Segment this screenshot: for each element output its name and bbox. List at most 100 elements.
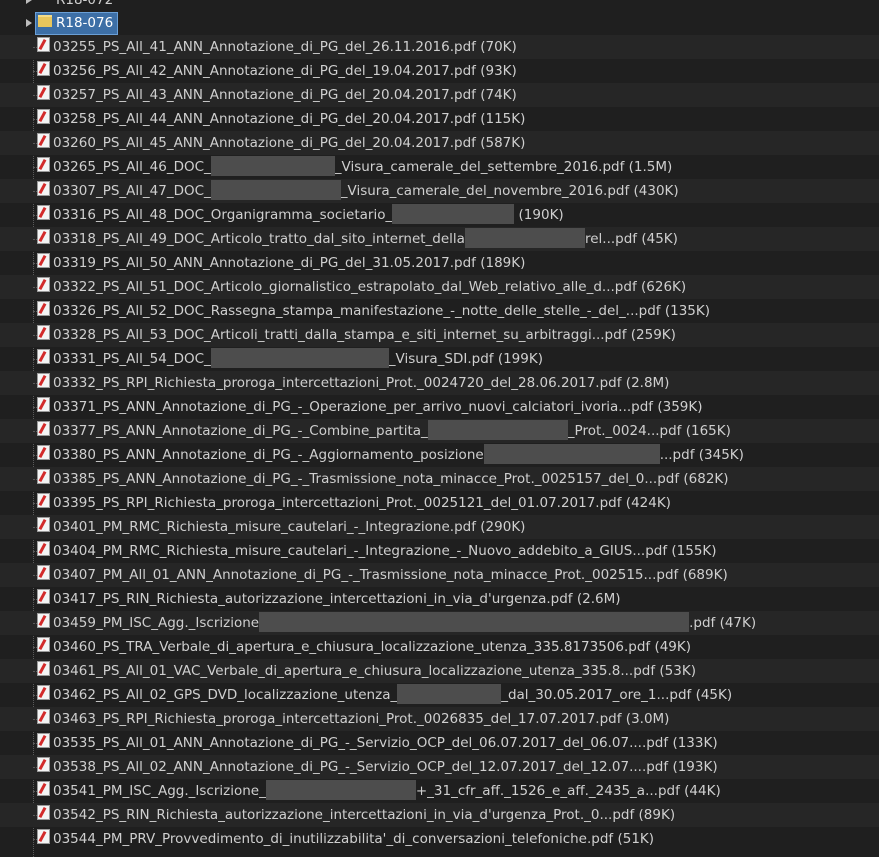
tree-folder-selected[interactable]: R18-076 — [0, 11, 879, 35]
file-row[interactable]: 03377_PS_ANN_Annotazione_di_PG_-_Combine… — [0, 419, 879, 443]
file-row[interactable]: 03544_PM_PRV_Provvedimento_di_inutilizza… — [0, 827, 879, 851]
file-row[interactable]: 03256_PS_All_42_ANN_Annotazione_di_PG_de… — [0, 59, 879, 83]
file-entry[interactable]: 03316_PS_All_48_DOC_Organigramma_societa… — [37, 203, 564, 227]
file-row[interactable]: 03460_PS_TRA_Verbale_di_apertura_e_chius… — [0, 635, 879, 659]
file-size: (626K) — [641, 279, 687, 295]
file-entry[interactable]: 03459_PM_ISC_Agg._Iscrizione .pdf (47K) — [37, 611, 756, 635]
file-name: 03404_PM_RMC_Richiesta_misure_cautelari_… — [53, 543, 668, 559]
file-entry[interactable]: 03257_PS_All_43_ANN_Annotazione_di_PG_de… — [37, 83, 517, 107]
file-row[interactable]: 03265_PS_All_46_DOC_ _Visura_camerale_del… — [0, 155, 879, 179]
file-row[interactable]: 03328_PS_All_53_DOC_Articoli_tratti_dall… — [0, 323, 879, 347]
file-entry[interactable]: 03332_PS_RPI_Richiesta_proroga_intercett… — [37, 371, 669, 395]
file-row[interactable]: 03255_PS_All_41_ANN_Annotazione_di_PG_de… — [0, 35, 879, 59]
pdf-file-icon — [37, 492, 50, 508]
file-name: 03407_PM_All_01_ANN_Annotazione_di_PG_-_… — [53, 567, 679, 583]
file-entry[interactable]: 03385_PS_ANN_Annotazione_di_PG_-_Trasmis… — [37, 467, 729, 491]
file-entry[interactable]: 03307_PS_All_47_DOC_ _Visura_camerale_del… — [37, 179, 679, 203]
file-row[interactable]: 03407_PM_All_01_ANN_Annotazione_di_PG_-_… — [0, 563, 879, 587]
file-row[interactable]: 03331_PS_All_54_DOC_ _Visura_SDI.pdf (199… — [0, 347, 879, 371]
file-name: 03459_PM_ISC_Agg._Iscrizione — [53, 615, 260, 631]
file-entry[interactable]: 03404_PM_RMC_Richiesta_misure_cautelari_… — [37, 539, 717, 563]
file-entry[interactable]: 03417_PS_RIN_Richiesta_autorizzazione_in… — [37, 587, 621, 611]
file-size: (49K) — [654, 639, 692, 655]
file-row[interactable]: 03417_PS_RIN_Richiesta_autorizzazione_in… — [0, 587, 879, 611]
file-name: 03544_PM_PRV_Provvedimento_di_inutilizza… — [53, 831, 614, 847]
file-entry[interactable]: 03401_PM_RMC_Richiesta_misure_cautelari_… — [37, 515, 525, 539]
file-row[interactable]: 03318_PS_All_49_DOC_Articolo_tratto_dal_… — [0, 227, 879, 251]
file-row[interactable]: 03461_PS_All_01_VAC_Verbale_di_apertura_… — [0, 659, 879, 683]
file-row[interactable]: 03401_PM_RMC_Richiesta_misure_cautelari_… — [0, 515, 879, 539]
file-entry[interactable]: 03462_PS_All_02_GPS_DVD_localizzazione_u… — [37, 683, 732, 707]
file-entry[interactable]: 03326_PS_All_52_DOC_Rassegna_stampa_mani… — [37, 299, 710, 323]
file-entry[interactable]: 03460_PS_TRA_Verbale_di_apertura_e_chius… — [37, 635, 692, 659]
file-entry[interactable]: 03328_PS_All_53_DOC_Articoli_tratti_dall… — [37, 323, 676, 347]
file-name-suffix: _dal_30.05.2017_ore_1...pdf — [501, 687, 692, 703]
file-name: 03385_PS_ANN_Annotazione_di_PG_-_Trasmis… — [53, 471, 680, 487]
file-row[interactable]: 03535_PS_All_01_ANN_Annotazione_di_PG_-_… — [0, 731, 879, 755]
file-row[interactable]: 03459_PM_ISC_Agg._Iscrizione .pdf (47K) — [0, 611, 879, 635]
pdf-file-icon — [37, 204, 50, 220]
file-row[interactable]: 03395_PS_RPI_Richiesta_proroga_intercett… — [0, 491, 879, 515]
file-entry[interactable]: 03258_PS_All_44_ANN_Annotazione_di_PG_de… — [37, 107, 525, 131]
pdf-file-icon — [37, 348, 50, 364]
file-row[interactable]: 03463_PS_RPI_Richiesta_proroga_intercett… — [0, 707, 879, 731]
file-entry[interactable]: 03260_PS_All_45_ANN_Annotazione_di_PG_de… — [37, 131, 525, 155]
file-entry[interactable]: 03371_PS_ANN_Annotazione_di_PG_-_Operazi… — [37, 395, 703, 419]
file-name: 03307_PS_All_47_DOC_ — [53, 183, 211, 199]
file-tree: R18-072 R18-076 03255_PS_All_41_ANN_Anno… — [0, 0, 879, 857]
file-row[interactable]: 03257_PS_All_43_ANN_Annotazione_di_PG_de… — [0, 83, 879, 107]
file-name: 03460_PS_TRA_Verbale_di_apertura_e_chius… — [53, 639, 651, 655]
file-name-suffix: .pdf — [689, 615, 716, 631]
file-row[interactable]: 03542_PS_RIN_Richiesta_autorizzazione_in… — [0, 803, 879, 827]
file-entry[interactable]: 03377_PS_ANN_Annotazione_di_PG_-_Combine… — [37, 419, 731, 443]
file-row[interactable]: 03316_PS_All_48_DOC_Organigramma_societa… — [0, 203, 879, 227]
file-entry[interactable]: 03265_PS_All_46_DOC_ _Visura_camerale_del… — [37, 155, 673, 179]
file-size: (89K) — [638, 807, 676, 823]
file-name: 03542_PS_RIN_Richiesta_autorizzazione_in… — [53, 807, 635, 823]
pdf-file-icon — [37, 636, 50, 652]
pdf-file-icon — [37, 276, 50, 292]
file-entry[interactable]: 03542_PS_RIN_Richiesta_autorizzazione_in… — [37, 803, 676, 827]
file-row[interactable]: 03385_PS_ANN_Annotazione_di_PG_-_Trasmis… — [0, 467, 879, 491]
expand-arrow-icon[interactable] — [26, 0, 32, 4]
file-row[interactable]: 03404_PM_RMC_Richiesta_misure_cautelari_… — [0, 539, 879, 563]
file-entry[interactable]: 03318_PS_All_49_DOC_Articolo_tratto_dal_… — [37, 227, 678, 251]
file-entry[interactable]: 03538_PS_All_02_ANN_Annotazione_di_PG_-_… — [37, 755, 718, 779]
pdf-file-icon — [37, 108, 50, 124]
file-row[interactable]: 03326_PS_All_52_DOC_Rassegna_stampa_mani… — [0, 299, 879, 323]
expand-arrow-icon[interactable] — [26, 19, 32, 27]
file-entry[interactable]: 03461_PS_All_01_VAC_Verbale_di_apertura_… — [37, 659, 696, 683]
file-row[interactable]: 03541_PM_ISC_Agg._Iscrizione_ +_31_cfr_af… — [0, 779, 879, 803]
file-entry[interactable]: 03463_PS_RPI_Richiesta_proroga_intercett… — [37, 707, 669, 731]
file-row[interactable]: 03319_PS_All_50_ANN_Annotazione_di_PG_de… — [0, 251, 879, 275]
file-entry[interactable]: 03535_PS_All_01_ANN_Annotazione_di_PG_-_… — [37, 731, 718, 755]
file-entry[interactable]: 03544_PM_PRV_Provvedimento_di_inutilizza… — [37, 827, 654, 851]
file-entry[interactable]: 03255_PS_All_41_ANN_Annotazione_di_PG_de… — [37, 35, 517, 59]
redaction-block — [210, 180, 341, 200]
file-row[interactable]: 03538_PS_All_02_ANN_Annotazione_di_PG_-_… — [0, 755, 879, 779]
pdf-file-icon — [37, 300, 50, 316]
file-row[interactable]: 03258_PS_All_44_ANN_Annotazione_di_PG_de… — [0, 107, 879, 131]
pdf-file-icon — [37, 252, 50, 268]
file-entry[interactable]: 03319_PS_All_50_ANN_Annotazione_di_PG_de… — [37, 251, 525, 275]
file-row[interactable]: 03332_PS_RPI_Richiesta_proroga_intercett… — [0, 371, 879, 395]
file-row[interactable]: 03307_PS_All_47_DOC_ _Visura_camerale_del… — [0, 179, 879, 203]
file-entry[interactable]: 03380_PS_ANN_Annotazione_di_PG_-_Aggiorn… — [37, 443, 744, 467]
file-row[interactable]: 03322_PS_All_51_DOC_Articolo_giornalisti… — [0, 275, 879, 299]
file-row[interactable]: 03371_PS_ANN_Annotazione_di_PG_-_Operazi… — [0, 395, 879, 419]
file-entry[interactable]: 03256_PS_All_42_ANN_Annotazione_di_PG_de… — [37, 59, 517, 83]
file-name: 03319_PS_All_50_ANN_Annotazione_di_PG_de… — [53, 255, 476, 271]
file-size: (1.5M) — [628, 159, 673, 175]
pdf-file-icon — [37, 780, 50, 796]
file-row[interactable]: 03380_PS_ANN_Annotazione_di_PG_-_Aggiorn… — [0, 443, 879, 467]
file-entry[interactable]: 03331_PS_All_54_DOC_ _Visura_SDI.pdf (199… — [37, 347, 543, 371]
file-entry[interactable]: 03395_PS_RPI_Richiesta_proroga_intercett… — [37, 491, 671, 515]
file-entry[interactable]: 03407_PM_All_01_ANN_Annotazione_di_PG_-_… — [37, 563, 728, 587]
file-row[interactable]: 03260_PS_All_45_ANN_Annotazione_di_PG_de… — [0, 131, 879, 155]
folder-icon — [38, 15, 52, 27]
pdf-file-icon — [37, 660, 50, 676]
file-row[interactable]: 03462_PS_All_02_GPS_DVD_localizzazione_u… — [0, 683, 879, 707]
file-entry[interactable]: 03541_PM_ISC_Agg._Iscrizione_ +_31_cfr_af… — [37, 779, 721, 803]
selected-folder[interactable]: R18-076 — [35, 12, 119, 35]
file-entry[interactable]: 03322_PS_All_51_DOC_Articolo_giornalisti… — [37, 275, 687, 299]
